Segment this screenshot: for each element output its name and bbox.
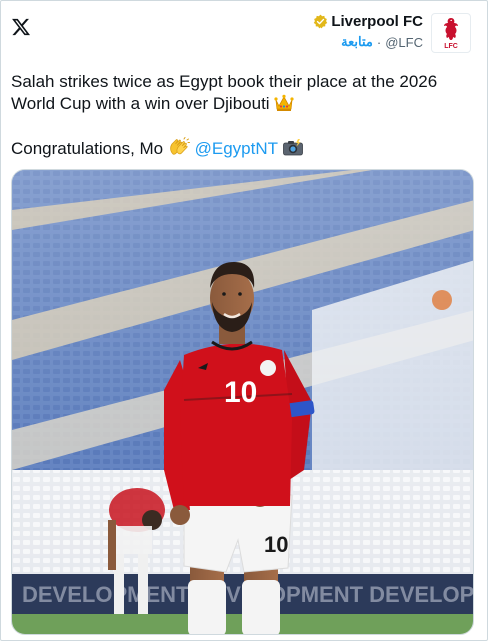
author-avatar[interactable]: LFC [431,13,471,53]
svg-text:LFC: LFC [444,43,458,50]
lfc-crest-icon: LFC [444,18,458,50]
author-handle[interactable]: @LFC [385,35,423,50]
tweet-line-2-text: World Cup with a win over Djibouti [11,94,270,113]
congrats-text: Congratulations, Mo [11,139,164,158]
salah-photo: DEVELOPMENT DEVELOPMENT DEVELOPM [12,170,473,634]
tweet-card: Liverpool FC متابعة · @LFC LFC Salah str… [0,0,488,641]
author-text: Liverpool FC متابعة · @LFC [313,13,423,50]
tweet-line-1-text: Salah strikes twice as Egypt book their … [11,72,438,91]
tweet-line-1: Salah strikes twice as Egypt book their … [11,71,481,93]
shirt-number: 10 [224,376,257,409]
tweet-text: Salah strikes twice as Egypt book their … [11,71,481,160]
x-logo-icon[interactable] [11,17,31,37]
author-name-row: Liverpool FC [313,13,423,30]
author-name[interactable]: Liverpool FC [331,13,423,30]
verified-badge-icon [314,14,328,29]
clapping-hands-emoji-icon [170,137,190,155]
camera-flash-emoji-icon [283,139,304,156]
tweet-line-2: World Cup with a win over Djibouti [11,93,481,115]
tweet-line-3: Congratulations, Mo @EgyptNT [11,137,481,160]
shorts-number: 10 [264,532,288,557]
tweet-author[interactable]: Liverpool FC متابعة · @LFC LFC [313,13,471,53]
follow-button[interactable]: متابعة [341,34,373,50]
mention-link[interactable]: @EgyptNT [195,139,278,158]
crown-emoji-icon [274,94,294,111]
author-sub-row: متابعة · @LFC [313,34,423,50]
separator-dot: · [376,34,382,50]
tweet-media-photo[interactable]: DEVELOPMENT DEVELOPMENT DEVELOPM [11,169,474,635]
